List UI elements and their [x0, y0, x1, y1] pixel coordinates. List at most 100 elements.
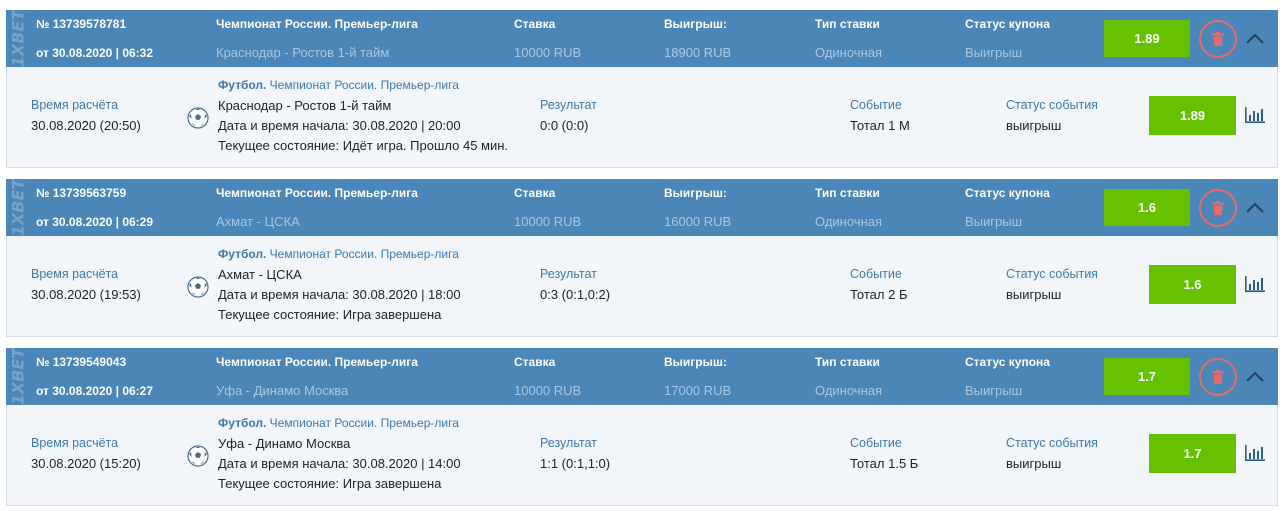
result-value: 0:3 (0:1,0:2): [540, 287, 611, 302]
calc-time-value: 30.08.2020 (20:50): [31, 118, 141, 133]
event-status-value: выигрыш: [1006, 118, 1062, 133]
delete-coupon-button[interactable]: [1199, 358, 1237, 396]
event-value: Тотал 1 М: [850, 118, 910, 133]
win-value: 17000 RUB: [664, 383, 732, 398]
event-state: Текущее состояние: Игра завершена: [218, 307, 442, 322]
coupon-number: № 13739563759: [36, 186, 127, 200]
event-status-value: выигрыш: [1006, 287, 1062, 302]
event-odds-button[interactable]: 1.89: [1149, 96, 1236, 135]
bet-type-label: Тип ставки: [815, 17, 880, 31]
event-odds-button[interactable]: 1.6: [1149, 265, 1236, 304]
bet-type-label: Тип ставки: [815, 186, 880, 200]
event-status-label: Статус события: [1006, 267, 1098, 281]
bar-chart-icon[interactable]: [1245, 445, 1265, 461]
win-label: Выигрыш:: [664, 186, 727, 200]
result-value: 1:1 (0:1,1:0): [540, 456, 611, 471]
coupon-body: Время расчёта 30.08.2020 (20:50) Футбол.…: [6, 67, 1278, 168]
calc-time-label: Время расчёта: [31, 436, 119, 450]
event-state: Текущее состояние: Идёт игра. Прошло 45 …: [218, 138, 509, 153]
result-label: Результат: [540, 98, 597, 112]
stake-value: 10000 RUB: [514, 383, 582, 398]
brand-logo: 1XBET: [8, 179, 28, 236]
trash-icon: [1212, 201, 1224, 215]
brand-logo: 1XBET: [8, 348, 28, 405]
coupon-status-label: Статус купона: [965, 17, 1050, 31]
coupon-league: Чемпионат России. Премьер-лига: [216, 355, 418, 369]
event-start: Дата и время начала: 30.08.2020 | 14:00: [218, 456, 461, 471]
event-name: Ахмат - ЦСКА: [218, 267, 302, 282]
coupon-body: Время расчёта 30.08.2020 (19:53) Футбол.…: [6, 236, 1278, 337]
event-status-value: выигрыш: [1006, 456, 1062, 471]
coupon-odds-button[interactable]: 1.89: [1104, 20, 1190, 57]
coupon-header[interactable]: 1XBET № 13739549043 от 30.08.2020 | 06:2…: [6, 348, 1278, 405]
event-label: Событие: [850, 98, 902, 112]
calc-time-label: Время расчёта: [31, 267, 119, 281]
event-status-label: Статус события: [1006, 436, 1098, 450]
win-label: Выигрыш:: [664, 17, 727, 31]
sport-league: Футбол. Чемпионат России. Премьер-лига: [218, 78, 459, 92]
coupon-status-value: Выигрыш: [965, 45, 1023, 60]
coupon-date: от 30.08.2020 | 06:27: [36, 384, 154, 398]
coupon-date: от 30.08.2020 | 06:32: [36, 46, 154, 60]
chevron-up-icon[interactable]: [1245, 370, 1265, 384]
coupon-card: 1XBET № 13739549043 от 30.08.2020 | 06:2…: [6, 348, 1278, 506]
coupon-match: Ахмат - ЦСКА: [216, 214, 300, 229]
event-status-label: Статус события: [1006, 98, 1098, 112]
coupon-odds-button[interactable]: 1.7: [1104, 358, 1190, 395]
calc-time-label: Время расчёта: [31, 98, 119, 112]
bet-type-value: Одиночная: [815, 45, 883, 60]
event-odds-button[interactable]: 1.7: [1149, 434, 1236, 473]
bar-chart-icon[interactable]: [1245, 107, 1265, 123]
bet-type-value: Одиночная: [815, 383, 883, 398]
bet-type-label: Тип ставки: [815, 355, 880, 369]
coupon-header[interactable]: 1XBET № 13739578781 от 30.08.2020 | 06:3…: [6, 10, 1278, 67]
coupon-match: Уфа - Динамо Москва: [216, 383, 349, 398]
bet-type-value: Одиночная: [815, 214, 883, 229]
event-value: Тотал 2 Б: [850, 287, 908, 302]
coupon-card: 1XBET № 13739563759 от 30.08.2020 | 06:2…: [6, 179, 1278, 337]
coupon-status-label: Статус купона: [965, 186, 1050, 200]
coupon-body: Время расчёта 30.08.2020 (15:20) Футбол.…: [6, 405, 1278, 506]
sport-league: Футбол. Чемпионат России. Премьер-лига: [218, 247, 459, 261]
chevron-up-icon[interactable]: [1245, 32, 1265, 46]
coupon-status-value: Выигрыш: [965, 383, 1023, 398]
event-start: Дата и время начала: 30.08.2020 | 18:00: [218, 287, 461, 302]
coupon-league: Чемпионат России. Премьер-лига: [216, 17, 418, 31]
coupon-league: Чемпионат России. Премьер-лига: [216, 186, 418, 200]
coupon-odds-button[interactable]: 1.6: [1104, 189, 1190, 226]
event-label: Событие: [850, 436, 902, 450]
trash-icon: [1212, 370, 1224, 384]
result-label: Результат: [540, 267, 597, 281]
event-state: Текущее состояние: Игра завершена: [218, 476, 442, 491]
win-value: 18900 RUB: [664, 45, 732, 60]
soccer-ball-icon: [187, 276, 209, 298]
coupon-status-label: Статус купона: [965, 355, 1050, 369]
event-label: Событие: [850, 267, 902, 281]
coupon-card: 1XBET № 13739578781 от 30.08.2020 | 06:3…: [6, 10, 1278, 168]
coupon-match: Краснодар - Ростов 1-й тайм: [216, 45, 390, 60]
win-label: Выигрыш:: [664, 355, 727, 369]
brand-logo: 1XBET: [8, 10, 28, 67]
coupon-status-value: Выигрыш: [965, 214, 1023, 229]
event-name: Краснодар - Ростов 1-й тайм: [218, 98, 392, 113]
stake-value: 10000 RUB: [514, 45, 582, 60]
soccer-ball-icon: [187, 107, 209, 129]
delete-coupon-button[interactable]: [1199, 20, 1237, 58]
event-start: Дата и время начала: 30.08.2020 | 20:00: [218, 118, 461, 133]
stake-label: Ставка: [514, 17, 556, 31]
coupon-number: № 13739578781: [36, 17, 127, 31]
coupon-header[interactable]: 1XBET № 13739563759 от 30.08.2020 | 06:2…: [6, 179, 1278, 236]
bar-chart-icon[interactable]: [1245, 276, 1265, 292]
win-value: 16000 RUB: [664, 214, 732, 229]
calc-time-value: 30.08.2020 (15:20): [31, 456, 141, 471]
chevron-up-icon[interactable]: [1245, 201, 1265, 215]
stake-label: Ставка: [514, 186, 556, 200]
coupon-number: № 13739549043: [36, 355, 127, 369]
trash-icon: [1212, 32, 1224, 46]
stake-label: Ставка: [514, 355, 556, 369]
stake-value: 10000 RUB: [514, 214, 582, 229]
result-value: 0:0 (0:0): [540, 118, 589, 133]
coupon-date: от 30.08.2020 | 06:29: [36, 215, 154, 229]
delete-coupon-button[interactable]: [1199, 189, 1237, 227]
result-label: Результат: [540, 436, 597, 450]
